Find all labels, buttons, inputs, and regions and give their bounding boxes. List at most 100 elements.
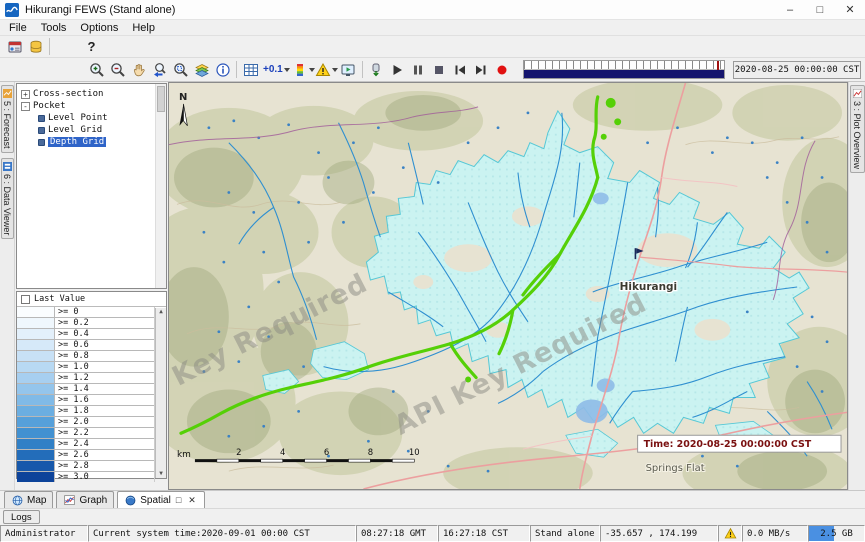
menu-options[interactable]: Options (73, 22, 125, 34)
time-slider-bar[interactable] (524, 70, 724, 78)
zoom-previous-button[interactable] (149, 59, 170, 80)
legend-swatch (17, 307, 55, 317)
stop-icon (431, 62, 447, 78)
status-system-time: Current system time:2020-09-01 00:00 CST (88, 525, 356, 542)
forecast-tab-icon (3, 89, 12, 98)
time-slider[interactable] (523, 60, 725, 79)
layer-node-icon (38, 115, 45, 122)
town-label: Hikurangi (620, 281, 677, 293)
database-button[interactable] (25, 36, 46, 57)
pan-button[interactable] (128, 59, 149, 80)
scale-legend-dropdown[interactable] (292, 62, 315, 78)
tree-item-cross-section[interactable]: + Cross-section (17, 88, 166, 100)
svg-text:10: 10 (409, 447, 420, 457)
legend-swatch (17, 351, 55, 361)
zoom-in-icon (89, 62, 105, 78)
current-time-display: 2020-08-25 00:00:00 CST (733, 61, 861, 79)
layer-node-icon (38, 127, 45, 134)
legend-swatch (17, 362, 55, 372)
export-animation-button[interactable] (366, 59, 387, 80)
status-bar: Administrator Current system time:2020-0… (0, 525, 865, 542)
map-panel[interactable]: API Key Required API Key Required Hikura… (168, 82, 848, 490)
help-button[interactable]: ? (81, 36, 102, 57)
logs-button[interactable]: Logs (3, 510, 40, 524)
zoom-extent-button[interactable] (170, 59, 191, 80)
status-gmt-time: 08:27:18 GMT (356, 525, 438, 542)
animation-display-button[interactable] (338, 59, 359, 80)
menu-file[interactable]: File (2, 22, 34, 34)
zoom-extent-icon (173, 62, 189, 78)
time-slider-thumb[interactable] (717, 61, 719, 70)
pause-icon (410, 62, 426, 78)
layers-button[interactable] (191, 59, 212, 80)
tab-graph[interactable]: Graph (56, 491, 114, 508)
zoom-in-button[interactable] (86, 59, 107, 80)
zoom-out-button[interactable] (107, 59, 128, 80)
explorer-button[interactable] (4, 36, 25, 57)
explorer-icon (7, 39, 23, 55)
collapse-icon[interactable]: - (21, 102, 30, 111)
main-toolbar: ? (0, 36, 865, 58)
color-scale-icon (292, 62, 308, 78)
legend-row: >= 1.0 (17, 362, 154, 373)
depth-legend: Last Value >= 0 >= 0.2 >= 0.4 >= 0.6 >= … (16, 291, 167, 479)
status-coordinates: -35.657 , 174.199 (600, 525, 718, 542)
svg-text:4: 4 (280, 447, 285, 457)
tree-item-level-point[interactable]: Level Point (17, 112, 166, 124)
legend-header: Last Value (17, 292, 166, 307)
status-local-time: 16:27:18 CST (438, 525, 530, 542)
warning-dropdown[interactable] (315, 62, 338, 78)
view-tab-bar: Map Graph Spatial □ ✕ (0, 490, 865, 508)
tree-item-depth-grid[interactable]: Depth Grid (17, 136, 166, 148)
status-warning-cell[interactable] (718, 525, 742, 542)
legend-row: >= 0.6 (17, 340, 154, 351)
play-icon (389, 62, 405, 78)
toolbar-separator (362, 61, 363, 78)
status-mode: Stand alone (530, 525, 600, 542)
record-icon (494, 62, 510, 78)
tab-forecast[interactable]: 5 : Forecast (1, 85, 14, 153)
scrollbar-thumb[interactable] (157, 86, 165, 112)
legend-swatch (17, 318, 55, 328)
time-slider-ruler[interactable] (524, 61, 724, 70)
scroll-down-icon[interactable]: ▼ (159, 471, 163, 477)
expand-icon[interactable]: + (21, 90, 30, 99)
close-button[interactable]: ✕ (835, 0, 865, 19)
tab-data-viewer[interactable]: 6 : Data Viewer (1, 158, 14, 239)
tree-scrollbar[interactable] (155, 84, 166, 288)
tab-map[interactable]: Map (4, 491, 53, 508)
tab-plot-overview[interactable]: 3 : Plot Overview (850, 85, 865, 173)
legend-scrollbar[interactable]: ▲ ▼ (155, 308, 166, 478)
scroll-up-icon[interactable]: ▲ (159, 309, 163, 315)
panel-close-button[interactable]: ✕ (186, 495, 198, 506)
map-time-label: Time: 2020-08-25 00:00:00 CST (638, 435, 841, 452)
step-backward-button[interactable] (450, 59, 471, 80)
play-button[interactable] (387, 59, 408, 80)
minimize-button[interactable]: – (775, 0, 805, 19)
legend-swatch (17, 417, 55, 427)
tab-spatial[interactable]: Spatial □ ✕ (117, 491, 205, 508)
maximize-button[interactable]: □ (805, 0, 835, 19)
map-toolbar: +0.1 (0, 58, 865, 82)
grid-display-button[interactable] (240, 59, 261, 80)
pause-button[interactable] (408, 59, 429, 80)
record-button[interactable] (492, 59, 513, 80)
stop-button[interactable] (429, 59, 450, 80)
warning-icon (724, 527, 737, 540)
legend-row: >= 1.4 (17, 384, 154, 395)
info-button[interactable] (212, 59, 233, 80)
menu-tools[interactable]: Tools (34, 22, 74, 34)
last-value-checkbox[interactable] (21, 295, 30, 304)
tree-item-level-grid[interactable]: Level Grid (17, 124, 166, 136)
threshold-dropdown[interactable]: +0.1 (261, 60, 292, 80)
map-canvas[interactable]: API Key Required API Key Required Hikura… (169, 83, 847, 489)
svg-text:2: 2 (236, 447, 241, 457)
window-title: Hikurangi FEWS (Stand alone) (25, 4, 175, 16)
panel-maximize-button[interactable]: □ (174, 495, 183, 505)
tree-item-pocket[interactable]: - Pocket (17, 100, 166, 112)
step-forward-button[interactable] (471, 59, 492, 80)
menu-help[interactable]: Help (125, 22, 162, 34)
legend-row: >= 1.6 (17, 395, 154, 406)
legend-swatch (17, 450, 55, 460)
zoom-out-icon (110, 62, 126, 78)
